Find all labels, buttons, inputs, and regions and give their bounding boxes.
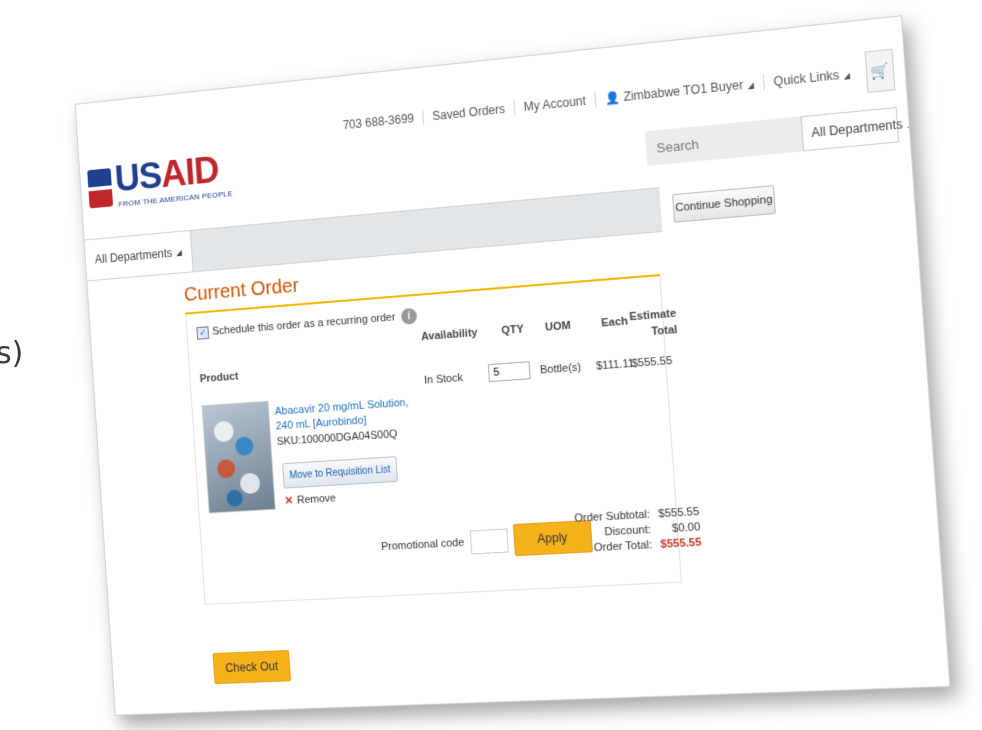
user-name: Zimbabwe TO1 Buyer xyxy=(623,78,744,104)
caret-down-icon: ◢ xyxy=(747,81,754,91)
order-total-value: $555.55 xyxy=(660,535,702,552)
quick-links-menu[interactable]: Quick Links ◢ xyxy=(763,65,861,91)
all-departments-label: All Departments xyxy=(94,246,172,266)
availability-value: In Stock xyxy=(424,372,464,387)
recurring-order-checkbox[interactable]: ✓ xyxy=(196,326,209,339)
each-price: $111.11 xyxy=(596,358,635,373)
recurring-order-label: Schedule this order as a recurring order xyxy=(212,311,396,337)
search-department-label: All Departments xyxy=(811,117,903,140)
caret-down-icon: ◢ xyxy=(176,248,182,257)
quantity-input[interactable] xyxy=(488,361,531,382)
column-header-estimate-total: Estimate Total xyxy=(629,305,678,341)
product-name-link[interactable]: Abacavir 20 mg/mL Solution, 240 mL [Auro… xyxy=(274,395,419,434)
caret-down-icon: ◢ xyxy=(907,118,914,128)
quick-links-label: Quick Links xyxy=(773,68,840,89)
promo-code-row: Promotional code Apply xyxy=(380,520,592,563)
column-header-each: Each xyxy=(601,315,628,329)
remove-item-link[interactable]: ✕ Remove xyxy=(284,491,336,507)
caret-down-icon: ◢ xyxy=(843,71,850,81)
order-summary: Order Subtotal: $555.55 Discount: $0.00 Or… xyxy=(574,505,702,557)
remove-label: Remove xyxy=(297,492,337,506)
current-order-panel: Current Order ✓ Schedule this order as a… xyxy=(183,245,688,691)
my-account-link[interactable]: My Account xyxy=(513,92,595,116)
column-header-product: Product xyxy=(199,371,238,385)
info-icon[interactable]: i xyxy=(401,308,418,325)
recurring-order-option: ✓ Schedule this order as a recurring ord… xyxy=(196,308,417,341)
slide-text-fragment: s) xyxy=(0,336,23,371)
column-header-uom: UOM xyxy=(545,320,572,334)
search-department-select[interactable]: All Departments ◢ xyxy=(801,107,900,151)
estimate-total-value: $555.55 xyxy=(631,355,672,370)
promo-code-input[interactable] xyxy=(469,529,508,555)
uom-value: Bottle(s) xyxy=(540,361,582,376)
column-header-availability: Availability xyxy=(421,327,478,343)
user-menu[interactable]: 👤 Zimbabwe TO1 Buyer ◢ xyxy=(594,75,763,108)
user-icon: 👤 xyxy=(604,90,620,106)
saved-orders-link[interactable]: Saved Orders xyxy=(422,100,514,125)
order-total-label: Order Total: xyxy=(594,538,653,556)
search-bar: All Departments◢ xyxy=(645,107,899,166)
usaid-seal-icon xyxy=(87,168,113,208)
cart-button[interactable]: 🛒 xyxy=(865,49,896,93)
phone-number: 703 688-3699 xyxy=(334,109,423,134)
column-header-qty: QTY xyxy=(501,323,524,337)
all-departments-menu[interactable]: All Departments ◢ xyxy=(85,231,194,281)
order-table: ✓ Schedule this order as a recurring ord… xyxy=(185,276,682,605)
search-input[interactable] xyxy=(645,116,803,166)
remove-icon: ✕ xyxy=(284,495,293,507)
check-out-button[interactable]: Check Out xyxy=(213,650,292,684)
promo-code-label: Promotional code xyxy=(381,537,465,553)
browser-screenshot: USAID FROM THE AMERICAN PEOPLE 703 688-3… xyxy=(75,15,951,716)
continue-shopping-button[interactable]: Continue Shopping xyxy=(672,185,776,223)
move-to-requisition-button[interactable]: Move to Requisition List xyxy=(282,456,398,489)
usaid-logo[interactable]: USAID FROM THE AMERICAN PEOPLE xyxy=(87,148,237,220)
cart-icon: 🛒 xyxy=(870,61,890,81)
product-image[interactable] xyxy=(202,401,276,514)
